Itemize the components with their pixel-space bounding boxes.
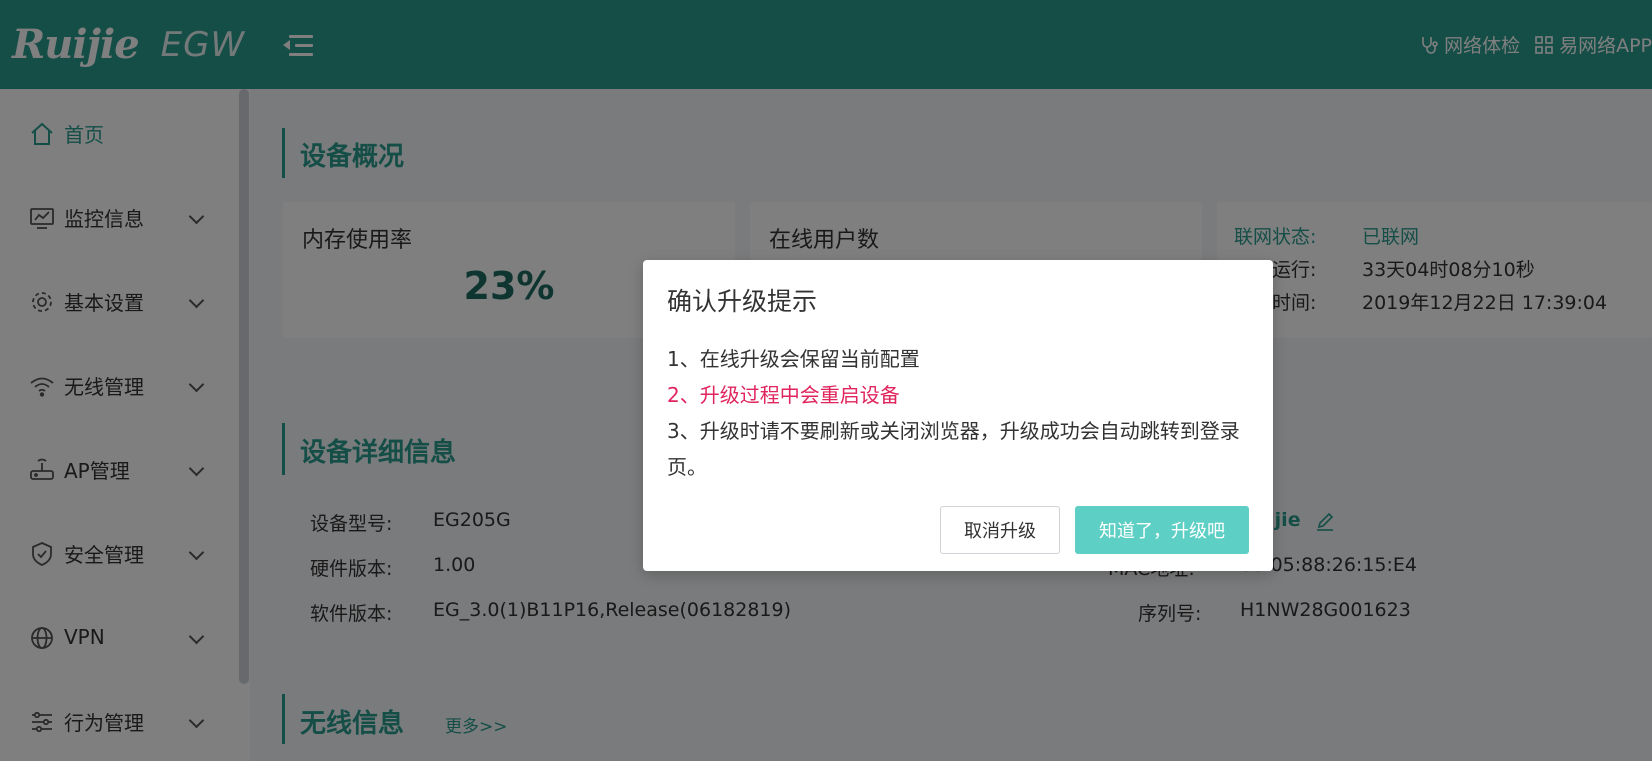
confirm-upgrade-button[interactable]: 知道了，升级吧 — [1075, 506, 1249, 554]
dialog-line-1: 1、在线升级会保留当前配置 — [667, 347, 920, 371]
dialog-line-2: 2、升级过程中会重启设备 — [667, 383, 900, 407]
cancel-upgrade-button[interactable]: 取消升级 — [940, 506, 1060, 554]
dialog-title: 确认升级提示 — [667, 287, 818, 316]
dialog-line-3: 3、升级时请不要刷新或关闭浏览器，升级成功会自动跳转到登录页。 — [667, 419, 1240, 479]
upgrade-confirm-dialog: 确认升级提示 1、在线升级会保留当前配置 2、升级过程中会重启设备 3、升级时请… — [643, 260, 1273, 571]
